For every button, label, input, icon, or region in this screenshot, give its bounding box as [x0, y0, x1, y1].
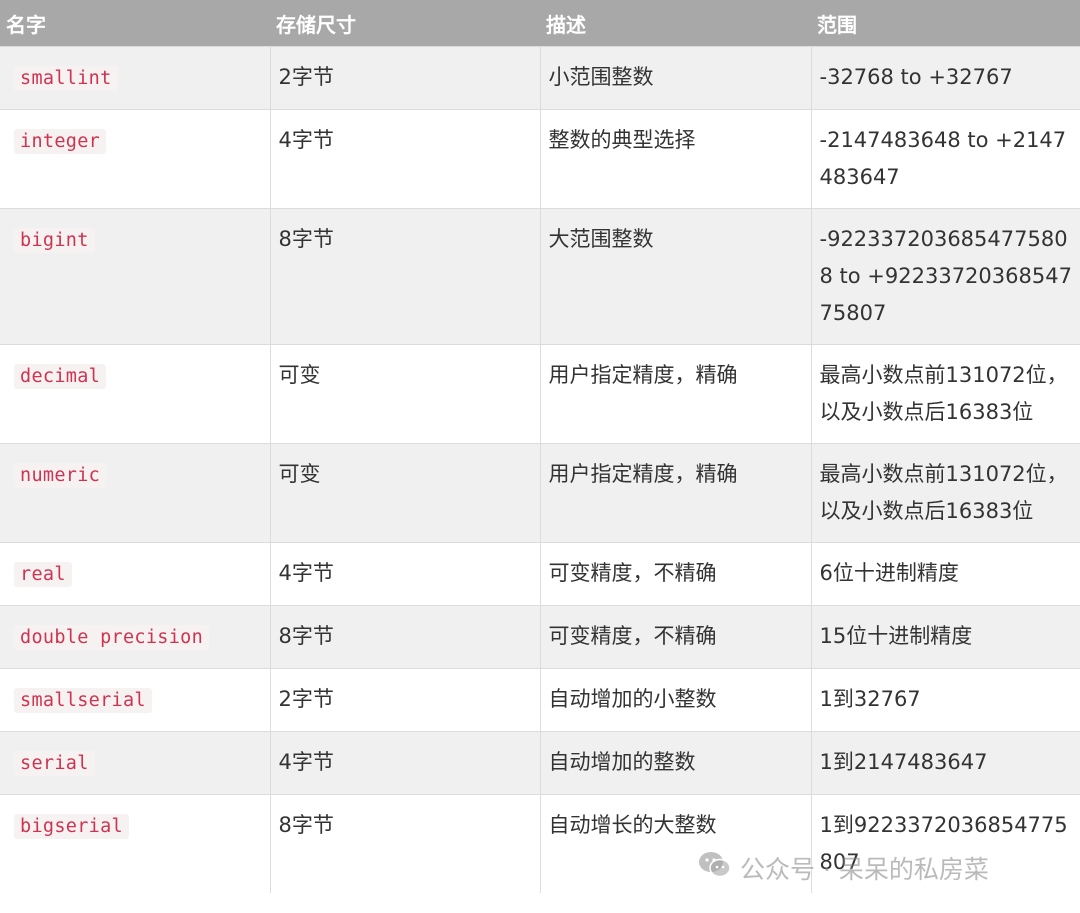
range-cell: -32768 to +32767 — [810, 46, 1080, 110]
type-name-cell: bigint — [0, 208, 270, 345]
range-cell: 最高小数点前131072位，以及小数点后16383位 — [810, 344, 1080, 444]
type-name: double precision — [14, 625, 210, 650]
header-description: 描述 — [540, 0, 811, 47]
watermark-text: 公众号 · 呆呆的私房菜 — [740, 855, 989, 884]
range-cell: 15位十进制精度 — [810, 605, 1080, 669]
description-cell: 可变精度，不精确 — [539, 605, 811, 669]
type-name-cell: smallint — [0, 46, 270, 110]
description-cell: 大范围整数 — [539, 208, 811, 345]
header-name: 名字 — [0, 0, 270, 47]
table-row: bigint 8字节 大范围整数 -9223372036854775808 to… — [0, 208, 1080, 345]
storage-size-cell: 8字节 — [269, 794, 540, 893]
type-name-cell: real — [0, 542, 270, 606]
type-name: smallint — [14, 66, 118, 91]
storage-size-cell: 2字节 — [269, 46, 540, 110]
range-cell: 最高小数点前131072位，以及小数点后16383位 — [810, 443, 1080, 543]
table-row: smallserial 2字节 自动增加的小整数 1到32767 — [0, 668, 1080, 732]
storage-size-cell: 4字节 — [269, 731, 540, 795]
table-row: serial 4字节 自动增加的整数 1到2147483647 — [0, 731, 1080, 795]
type-name-cell: smallserial — [0, 668, 270, 732]
table-header-row: 名字 存储尺寸 描述 范围 — [0, 0, 1080, 47]
storage-size-cell: 8字节 — [269, 208, 540, 345]
storage-size-cell: 4字节 — [269, 109, 540, 209]
type-name: bigint — [14, 228, 95, 253]
type-name-cell: integer — [0, 109, 270, 209]
type-name-cell: double precision — [0, 605, 270, 669]
type-name-cell: numeric — [0, 443, 270, 543]
description-cell: 自动增加的整数 — [539, 731, 811, 795]
header-range: 范围 — [811, 0, 1080, 47]
description-cell: 用户指定精度，精确 — [539, 443, 811, 543]
description-cell: 自动增加的小整数 — [539, 668, 811, 732]
data-types-table: 名字 存储尺寸 描述 范围 smallint 2字节 小范围整数 -32768 … — [0, 0, 1080, 893]
type-name: integer — [14, 129, 107, 154]
storage-size-cell: 2字节 — [269, 668, 540, 732]
table-row: integer 4字节 整数的典型选择 -2147483648 to +2147… — [0, 109, 1080, 209]
type-name: serial — [14, 751, 95, 776]
table-row: smallint 2字节 小范围整数 -32768 to +32767 — [0, 46, 1080, 110]
header-size: 存储尺寸 — [270, 0, 540, 47]
range-cell: 1到2147483647 — [810, 731, 1080, 795]
range-cell: 6位十进制精度 — [810, 542, 1080, 606]
type-name-cell: decimal — [0, 344, 270, 444]
type-name: smallserial — [14, 688, 152, 713]
storage-size-cell: 4字节 — [269, 542, 540, 606]
table-row: real 4字节 可变精度，不精确 6位十进制精度 — [0, 542, 1080, 606]
description-cell: 小范围整数 — [539, 46, 811, 110]
type-name: real — [14, 562, 72, 587]
description-cell: 用户指定精度，精确 — [539, 344, 811, 444]
watermark: 公众号 · 呆呆的私房菜 — [698, 848, 989, 888]
range-cell: -9223372036854775808 to +922337203685477… — [810, 208, 1080, 345]
type-name: decimal — [14, 364, 107, 389]
type-name-cell: serial — [0, 731, 270, 795]
storage-size-cell: 可变 — [269, 344, 540, 444]
description-cell: 整数的典型选择 — [539, 109, 811, 209]
description-cell: 可变精度，不精确 — [539, 542, 811, 606]
type-name: numeric — [14, 463, 107, 488]
storage-size-cell: 可变 — [269, 443, 540, 543]
type-name-cell: bigserial — [0, 794, 270, 893]
range-cell: -2147483648 to +2147483647 — [810, 109, 1080, 209]
table-row: decimal 可变 用户指定精度，精确 最高小数点前131072位，以及小数点… — [0, 344, 1080, 444]
table-row: numeric 可变 用户指定精度，精确 最高小数点前131072位，以及小数点… — [0, 443, 1080, 543]
type-name: bigserial — [14, 814, 129, 839]
table-row: double precision 8字节 可变精度，不精确 15位十进制精度 — [0, 605, 1080, 669]
wechat-icon — [698, 850, 732, 886]
storage-size-cell: 8字节 — [269, 605, 540, 669]
range-cell: 1到32767 — [810, 668, 1080, 732]
